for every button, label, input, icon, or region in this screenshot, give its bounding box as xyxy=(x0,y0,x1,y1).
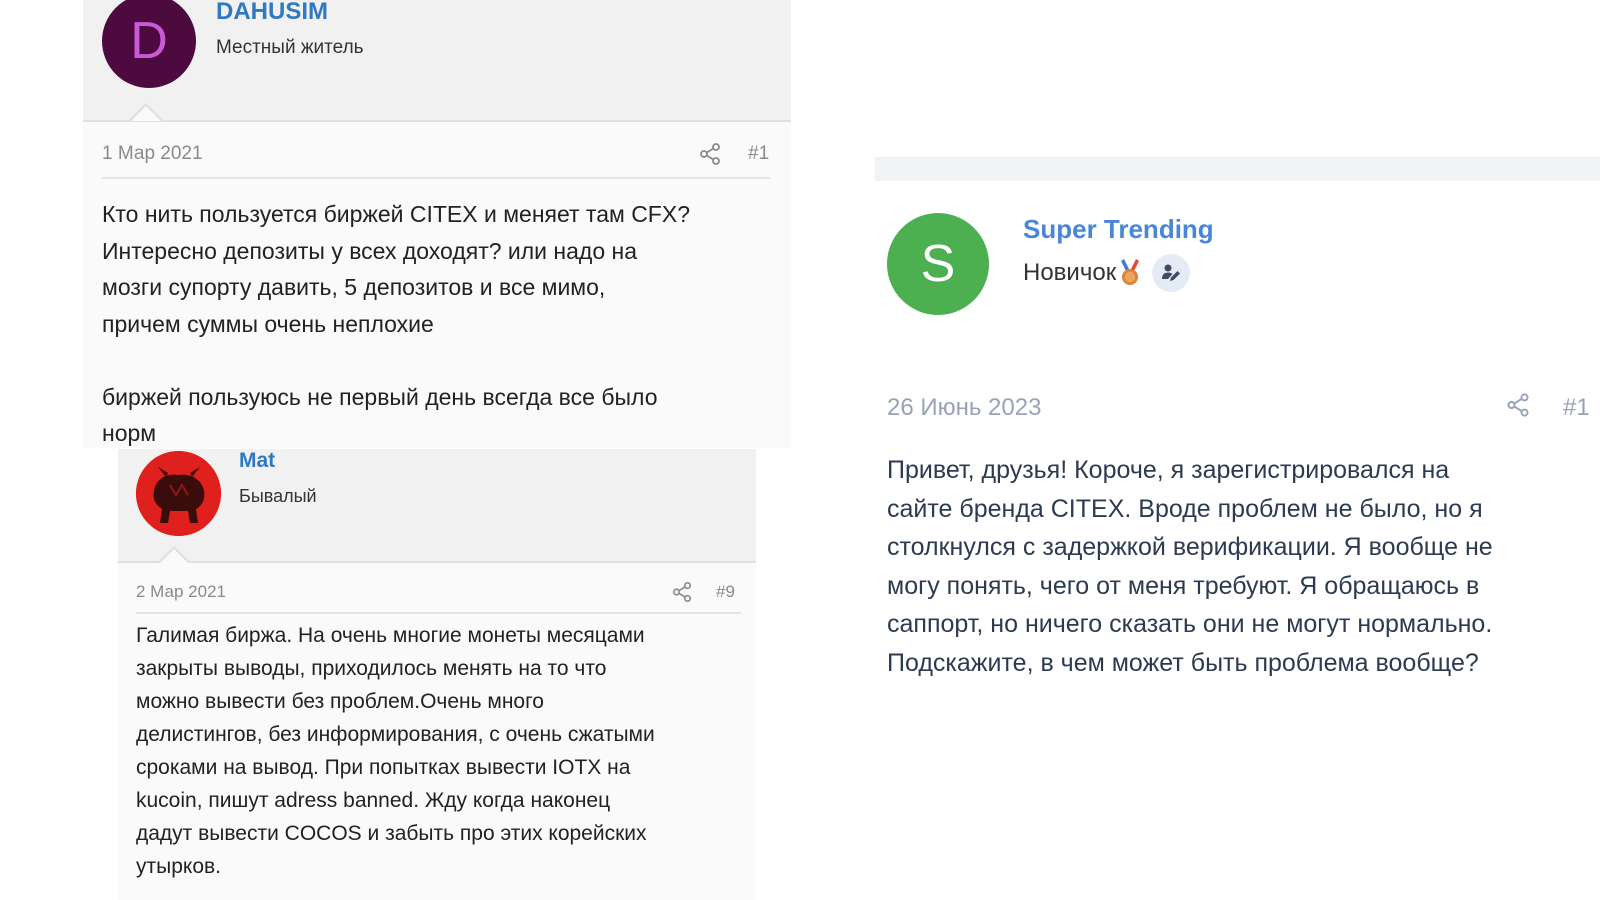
post-number-link[interactable]: #1 xyxy=(1563,394,1590,422)
avatar[interactable]: D xyxy=(102,0,196,88)
header-pointer-fill xyxy=(131,106,161,121)
divider xyxy=(136,612,741,614)
bull-avatar-image xyxy=(136,451,221,536)
user-title: Новичок xyxy=(1023,259,1117,286)
post-dahusim: D DAHUSIM Местный житель 1 Мар 2021 #1 К… xyxy=(83,0,791,448)
post-number-link[interactable]: #9 xyxy=(716,582,735,602)
post-mat: Mat Бывалый 2 Мар 2021 #9 Галимая биржа.… xyxy=(118,449,756,900)
medal-icon xyxy=(1121,259,1140,285)
post-body: Привет, друзья! Короче, я зарегистрирова… xyxy=(887,456,1493,677)
user-title: Местный житель xyxy=(216,37,364,58)
username-link[interactable]: Mat xyxy=(239,449,275,473)
post-header: D DAHUSIM Местный житель xyxy=(83,0,791,122)
post-separator-bar xyxy=(875,157,1600,181)
share-icon[interactable] xyxy=(671,581,693,603)
user-edit-icon[interactable] xyxy=(1152,254,1191,292)
divider xyxy=(102,177,770,179)
user-edit-glyph xyxy=(1162,264,1181,281)
post-super-trending: S Super Trending Новичок 26 Июнь 2023 #1… xyxy=(875,181,1600,900)
username-link[interactable]: Super Trending xyxy=(1023,214,1214,245)
user-title-row: Новичок xyxy=(1023,253,1191,293)
post-date[interactable]: 1 Мар 2021 xyxy=(102,143,203,165)
username-link[interactable]: DAHUSIM xyxy=(216,0,328,26)
share-icon[interactable] xyxy=(1505,392,1531,418)
avatar[interactable] xyxy=(136,451,221,536)
post-date[interactable]: 2 Мар 2021 xyxy=(136,582,226,602)
header-pointer-fill xyxy=(160,549,188,563)
post-header: Mat Бывалый xyxy=(118,449,756,563)
user-title: Бывалый xyxy=(239,486,317,506)
share-icon[interactable] xyxy=(698,142,722,166)
post-date[interactable]: 26 Июнь 2023 xyxy=(887,394,1041,422)
post-body: Кто нить пользуется биржей CITEX и меняе… xyxy=(102,201,690,446)
post-number-link[interactable]: #1 xyxy=(748,143,769,165)
avatar[interactable]: S xyxy=(887,213,989,315)
post-body: Галимая биржа. На очень многие монеты ме… xyxy=(136,624,655,878)
